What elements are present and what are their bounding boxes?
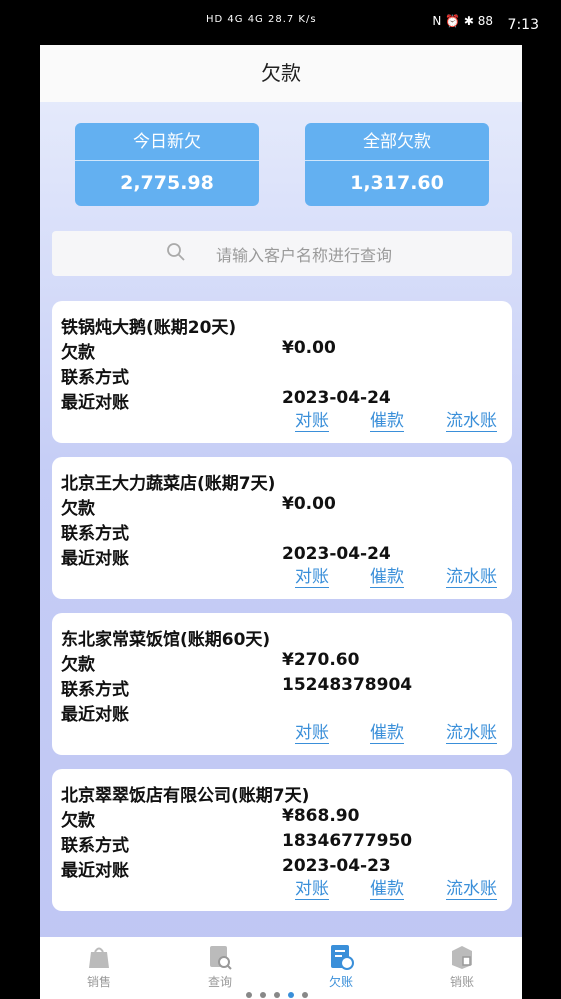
shopping-bag-icon [89,947,109,968]
debt-value: ¥270.60 [282,650,360,670]
status-bar: HD 4G 4G 28.7 K/s N ⏰ ✱ 88 7:13 [0,0,561,45]
page-indicator [246,983,316,999]
total-debt-box[interactable]: 全部欠款 1,317.60 [305,123,489,206]
today-new-debt-value: 2,775.98 [120,172,214,194]
ledger-link[interactable]: 流水账 [446,879,497,900]
remind-link[interactable]: 催款 [370,411,404,432]
page-dot [274,992,280,998]
debt-label: 欠款 [61,499,95,519]
contact-label: 联系方式 [61,524,129,544]
tab-writeoff[interactable]: 销账 [432,943,492,990]
last-reconcile-label: 最近对账 [61,705,129,725]
reconcile-link[interactable]: 对账 [295,879,329,900]
today-new-debt-box[interactable]: 今日新欠 2,775.98 [75,123,259,206]
box-icon [452,946,472,969]
reconcile-link[interactable]: 对账 [295,411,329,432]
debt-document-icon [331,945,354,970]
search-icon [167,243,185,261]
tab-query[interactable]: 查询 [190,943,250,990]
remind-link[interactable]: 催款 [370,723,404,744]
clock: 7:13 [507,17,539,33]
customer-name: 北京翠翠饭店有限公司(账期7天) [61,786,310,806]
customer-card[interactable]: 铁锅炖大鹅(账期20天) 欠款 ¥0.00 联系方式 最近对账 2023-04-… [52,301,512,443]
tab-label: 销售 [86,975,111,989]
ledger-link[interactable]: 流水账 [446,723,497,744]
page-dot-active [288,992,294,998]
reconcile-link[interactable]: 对账 [295,567,329,588]
page-dot [246,992,252,998]
last-reconcile-label: 最近对账 [61,549,129,569]
network-status: HD 4G 4G 28.7 K/s [206,14,317,25]
debt-summary: 今日新欠 2,775.98 全部欠款 1,317.60 [75,123,489,206]
contact-label: 联系方式 [61,368,129,388]
contact-value: 18346777950 [282,831,413,851]
document-search-icon [210,946,232,970]
customer-name: 东北家常菜饭馆(账期60天) [61,630,271,650]
customer-name: 铁锅炖大鹅(账期20天) [61,318,237,338]
remind-link[interactable]: 催款 [370,567,404,588]
tab-label: 查询 [207,975,232,989]
debt-value: ¥0.00 [282,338,336,358]
system-icons: N ⏰ ✱ 88 [432,14,493,28]
tab-debt[interactable]: 欠账 [311,943,371,990]
page-title: 欠款 [40,45,522,102]
tab-label: 销账 [449,975,474,989]
app-screen: 欠款 今日新欠 2,775.98 全部欠款 1,317.60 请输入客户名称进行… [40,45,522,999]
debt-value: ¥868.90 [282,806,360,826]
last-reconcile-label: 最近对账 [61,393,129,413]
last-reconcile-value: 2023-04-23 [282,856,391,876]
customer-card[interactable]: 北京翠翠饭店有限公司(账期7天) 欠款 ¥868.90 联系方式 1834677… [52,769,512,911]
debt-label: 欠款 [61,343,95,363]
customer-card[interactable]: 北京王大力蔬菜店(账期7天) 欠款 ¥0.00 联系方式 最近对账 2023-0… [52,457,512,599]
search-placeholder: 请输入客户名称进行查询 [216,246,393,265]
ledger-link[interactable]: 流水账 [446,411,497,432]
debt-label: 欠款 [61,811,95,831]
search-input[interactable]: 请输入客户名称进行查询 [52,231,512,276]
customer-card[interactable]: 东北家常菜饭馆(账期60天) 欠款 ¥270.60 联系方式 152483789… [52,613,512,755]
contact-label: 联系方式 [61,836,129,856]
last-reconcile-value: 2023-04-24 [282,544,391,564]
debt-value: ¥0.00 [282,494,336,514]
bottom-tab-bar: 销售 查询 欠账 销账 [40,937,522,999]
contact-value: 15248378904 [282,675,413,695]
last-reconcile-label: 最近对账 [61,861,129,881]
total-debt-value: 1,317.60 [350,172,444,194]
debt-label: 欠款 [61,655,95,675]
customer-name: 北京王大力蔬菜店(账期7天) [61,474,276,494]
page-dot [260,992,266,998]
today-new-debt-label: 今日新欠 [75,123,259,161]
contact-label: 联系方式 [61,680,129,700]
last-reconcile-value: 2023-04-24 [282,388,391,408]
tab-label: 欠账 [328,975,353,989]
tab-sales[interactable]: 销售 [69,943,129,990]
ledger-link[interactable]: 流水账 [446,567,497,588]
total-debt-label: 全部欠款 [305,123,489,161]
reconcile-link[interactable]: 对账 [295,723,329,744]
page-dot [302,992,308,998]
remind-link[interactable]: 催款 [370,879,404,900]
